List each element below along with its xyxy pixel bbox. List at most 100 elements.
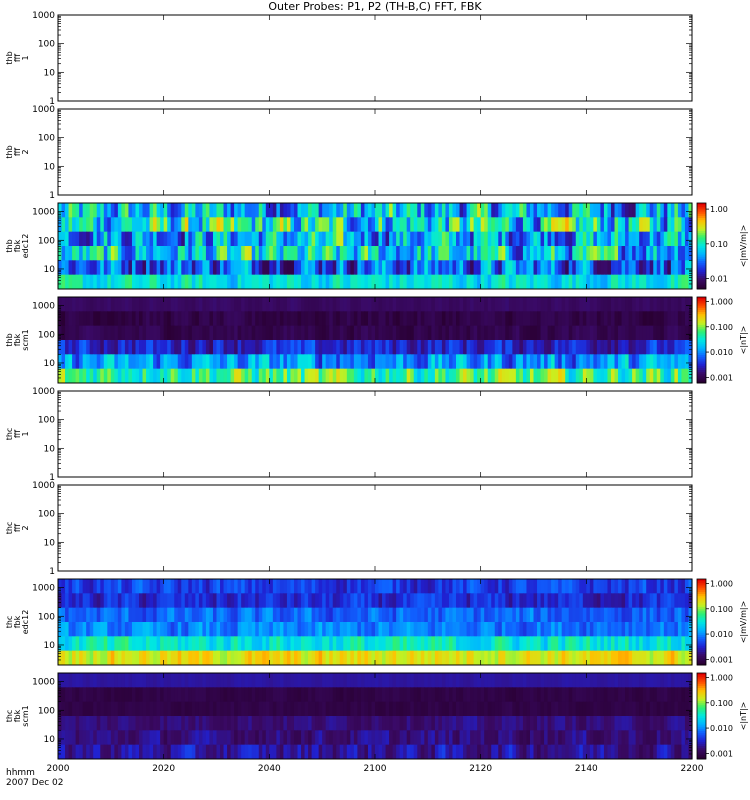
heatmap-cell — [494, 203, 499, 218]
heatmap-cell — [255, 274, 260, 290]
heatmap-cell — [265, 701, 270, 717]
heatmap-cell — [618, 354, 623, 370]
heatmap-cell — [244, 274, 249, 290]
heatmap-cell — [241, 311, 246, 327]
heatmap-cell — [216, 636, 221, 652]
heatmap-cell — [375, 260, 380, 276]
heatmap-cell — [684, 730, 690, 746]
heatmap-cell — [452, 297, 457, 312]
heatmap-cell — [146, 297, 151, 312]
heatmap-cell — [540, 203, 545, 218]
heatmap-cell — [364, 622, 369, 637]
heatmap-cell — [311, 579, 316, 594]
heatmap-cell — [445, 311, 450, 327]
heatmap-cell — [413, 730, 418, 746]
heatmap-cell — [512, 687, 517, 703]
heatmap-cell — [579, 716, 584, 731]
heatmap-cell — [551, 354, 556, 370]
heatmap-cell — [234, 650, 239, 666]
heatmap-cell — [293, 246, 299, 261]
heatmap-cell — [128, 636, 133, 652]
heatmap-cell — [579, 730, 584, 746]
heatmap-cell — [311, 607, 316, 623]
heatmap-cell — [202, 368, 207, 384]
heatmap-cell — [639, 622, 644, 637]
heatmap-cell — [230, 217, 235, 233]
heatmap-cell — [508, 716, 513, 731]
heatmap-cell — [540, 716, 545, 731]
heatmap-cell — [75, 673, 80, 688]
heatmap-cell — [519, 217, 524, 233]
heatmap-cell — [487, 622, 492, 637]
heatmap-cell — [385, 701, 390, 717]
heatmap-cell — [653, 607, 658, 623]
heatmap-cell — [445, 607, 450, 623]
heatmap-cell — [357, 260, 362, 276]
heatmap-cell — [110, 579, 115, 594]
heatmap-cell — [153, 368, 158, 384]
heatmap-cell — [519, 636, 524, 652]
heatmap-cell — [572, 217, 577, 233]
heatmap-cell — [565, 593, 570, 609]
heatmap-cell — [139, 744, 144, 760]
heatmap-cell — [174, 217, 179, 233]
heatmap-cell — [508, 579, 513, 594]
heatmap-cell — [188, 231, 193, 247]
heatmap-cell — [392, 311, 397, 327]
heatmap-cell — [681, 354, 686, 370]
heatmap-cell — [498, 274, 503, 290]
heatmap-cell — [540, 650, 545, 666]
heatmap-cell — [262, 579, 267, 594]
heatmap-cell — [459, 325, 464, 341]
heatmap-cell — [117, 607, 122, 623]
heatmap-cell — [212, 246, 218, 261]
heatmap-cell — [378, 636, 383, 652]
heatmap-cell — [448, 231, 454, 247]
heatmap-cell — [244, 687, 249, 703]
heatmap-cell — [529, 217, 535, 233]
heatmap-cell — [234, 217, 239, 233]
heatmap-cell — [220, 636, 225, 652]
heatmap-cell — [357, 368, 362, 384]
heatmap-cell — [244, 217, 249, 233]
panel-thb-fbk-scm1: 1.0000.1000.0100.001<|nT|>100010010thb fb… — [5, 296, 748, 384]
heatmap-cell — [209, 260, 214, 276]
heatmap-cell — [128, 231, 133, 247]
heatmap-cell — [72, 622, 77, 637]
heatmap-cell — [579, 260, 584, 276]
heatmap-cell — [589, 354, 594, 370]
heatmap-cell — [272, 579, 277, 594]
heatmap-cell — [93, 203, 98, 218]
heatmap-cell — [420, 368, 425, 384]
heatmap-cell — [417, 636, 422, 652]
heatmap-cell — [515, 274, 521, 290]
heatmap-cell — [318, 607, 323, 623]
heatmap-cell — [212, 636, 218, 652]
heatmap-cell — [244, 716, 249, 731]
heatmap-cell — [586, 650, 591, 666]
heatmap-cell — [473, 687, 478, 703]
heatmap-cell — [167, 673, 172, 688]
heatmap-cell — [681, 340, 686, 355]
heatmap-cell — [121, 622, 126, 637]
heatmap-cell — [572, 622, 577, 637]
heatmap-cell — [181, 636, 186, 652]
heatmap-cell — [628, 636, 633, 652]
heatmap-cell — [385, 716, 390, 731]
heatmap-cell — [501, 354, 506, 370]
heatmap-cell — [220, 650, 225, 666]
heatmap-cell — [389, 354, 394, 370]
heatmap-cell — [65, 622, 70, 637]
heatmap-cell — [107, 687, 112, 703]
heatmap-cell — [220, 203, 225, 218]
heatmap-cell — [79, 217, 84, 233]
heatmap-cell — [191, 246, 196, 261]
heatmap-cell — [332, 650, 337, 666]
heatmap-cell — [466, 622, 471, 637]
heatmap-cell — [431, 203, 436, 218]
heatmap-cell — [456, 297, 461, 312]
heatmap-cell — [128, 368, 133, 384]
heatmap-cell — [681, 636, 686, 652]
heatmap-cell — [322, 650, 327, 666]
heatmap-cell — [515, 231, 521, 247]
